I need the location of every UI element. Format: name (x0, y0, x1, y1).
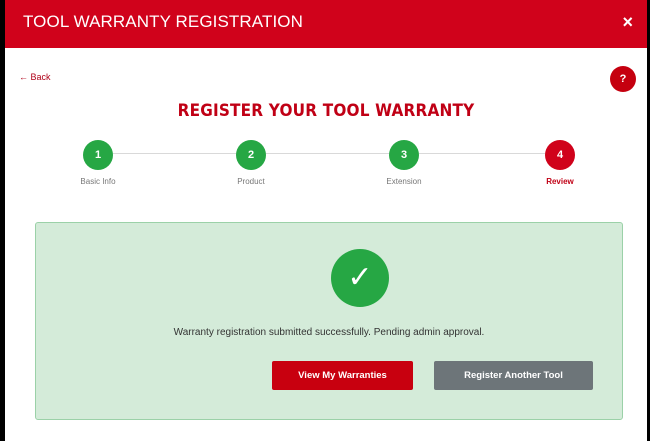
checkmark-icon: ✓ (331, 249, 389, 307)
success-panel: ✓ Warranty registration submitted succes… (35, 222, 623, 420)
close-icon[interactable]: × (622, 12, 633, 33)
help-button[interactable]: ? (610, 66, 636, 92)
step-3-indicator: 3 (389, 140, 419, 170)
step-3-label: Extension (386, 177, 422, 186)
step-1-label: Basic Info (80, 177, 116, 186)
back-link[interactable]: ← Back (19, 72, 51, 82)
page-title: REGISTER YOUR TOOL WARRANTY (177, 101, 475, 121)
step-4-label: Review (546, 177, 574, 186)
step-1-indicator: 1 (83, 140, 113, 170)
step-2-indicator: 2 (236, 140, 266, 170)
success-message: Warranty registration submitted successf… (173, 327, 485, 338)
question-mark-icon: ? (619, 73, 627, 85)
window-title: TOOL WARRANTY REGISTRATION (23, 12, 303, 31)
view-my-warranties-button[interactable]: View My Warranties (272, 361, 413, 390)
stepper-track (103, 153, 561, 154)
registration-window: TOOL WARRANTY REGISTRATION × ← Back ? RE… (5, 0, 647, 441)
title-bar: TOOL WARRANTY REGISTRATION × (5, 0, 647, 48)
step-2-label: Product (237, 177, 265, 186)
register-another-tool-button[interactable]: Register Another Tool (434, 361, 593, 390)
step-4-indicator: 4 (545, 140, 575, 170)
